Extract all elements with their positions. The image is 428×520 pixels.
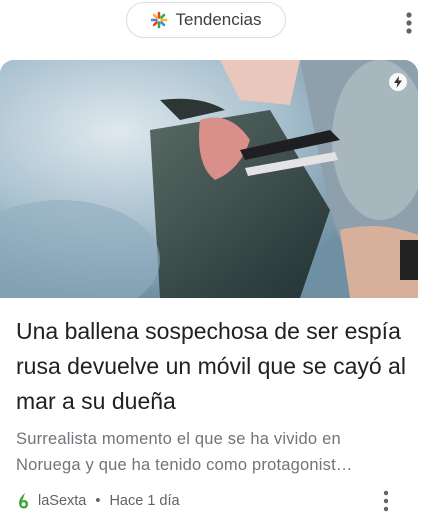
article-snippet: Surrealista momento el que se ha vivido … <box>16 426 396 478</box>
article-image[interactable] <box>0 60 418 298</box>
trending-chip-label: Tendencias <box>175 10 262 29</box>
snippet-line-2: Noruega y que ha tenido como protagonist… <box>16 456 353 474</box>
amp-lightning-icon <box>389 73 407 91</box>
article-title[interactable]: Una ballena sospechosa de ser espía rusa… <box>16 314 408 419</box>
source-name[interactable]: laSexta <box>38 493 86 509</box>
google-asterisk-icon <box>151 11 168 29</box>
article-photo <box>0 60 418 298</box>
more-vert-icon[interactable] <box>398 8 420 38</box>
top-bar: Tendencias <box>0 0 428 44</box>
article-meta: laSexta • Hace 1 día <box>16 488 180 514</box>
meta-separator: • <box>95 493 101 509</box>
news-card[interactable]: Una ballena sospechosa de ser espía rusa… <box>0 60 418 520</box>
card-more-vert-icon[interactable] <box>376 488 396 514</box>
publish-time: Hace 1 día <box>109 493 180 509</box>
lasexta-logo-icon <box>19 493 28 509</box>
snippet-line-1: Surrealista momento el que se ha vivido … <box>16 430 341 448</box>
trending-chip[interactable]: Tendencias <box>126 2 286 38</box>
